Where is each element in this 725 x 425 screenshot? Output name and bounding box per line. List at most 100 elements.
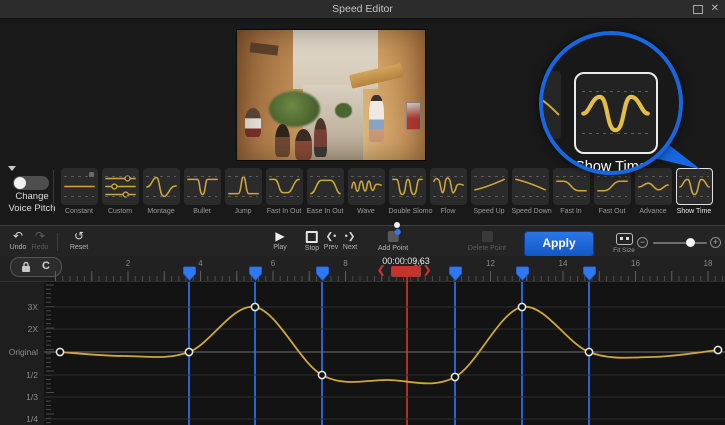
magnifier-circle: Show Time	[539, 31, 683, 175]
curve-mode-icon[interactable]: C	[42, 260, 50, 272]
preset-thumbnail	[389, 168, 426, 205]
fit-size-label: Fit Size	[603, 247, 645, 254]
reset-icon: ↺	[70, 230, 88, 243]
preset-thumbnail	[512, 168, 549, 205]
divider	[57, 233, 58, 251]
ruler-number: 4	[198, 259, 202, 268]
stop-button[interactable]: Stop	[305, 230, 319, 252]
y-axis-label: 1/4	[0, 414, 38, 424]
reset-button[interactable]: ↺ Reset	[70, 230, 88, 251]
maximize-icon[interactable]	[693, 5, 703, 14]
zoom-out-icon[interactable]: −	[637, 237, 648, 248]
next-button[interactable]: •❯ Next	[343, 230, 357, 251]
preset-speed-up[interactable]: Speed Up	[471, 168, 508, 215]
keyframe-pin[interactable]	[183, 266, 196, 281]
close-icon[interactable]: ✕	[711, 2, 719, 16]
keyframe-point[interactable]	[518, 303, 525, 310]
preset-label: Fast Out	[594, 208, 631, 215]
preset-thumbnail	[61, 168, 98, 205]
keyframe-line	[321, 282, 323, 425]
preset-label: Speed Down	[512, 208, 549, 215]
preset-montage[interactable]: Montage	[143, 168, 180, 215]
zoom-slider-track[interactable]	[653, 242, 707, 244]
playhead-timestamp: 00:00:09.63	[361, 256, 451, 266]
show-time-curve	[576, 74, 655, 151]
delete-point-icon	[468, 231, 506, 244]
zoom-in-icon[interactable]: +	[710, 237, 721, 248]
speed-curve-canvas[interactable]	[44, 281, 725, 425]
add-point-icon	[378, 231, 408, 244]
keyframe-point[interactable]	[714, 346, 721, 353]
fit-size-icon[interactable]	[616, 233, 633, 245]
prev-icon: ❮•	[324, 230, 338, 243]
keyframe-pin[interactable]	[249, 266, 262, 281]
add-point-button[interactable]: Add Point	[378, 230, 408, 252]
preset-ease-in-out[interactable]: Ease In Out	[307, 168, 344, 215]
keyframe-point[interactable]	[56, 348, 63, 355]
ruler-number: 8	[343, 259, 347, 268]
toggle-knob	[14, 177, 26, 189]
preset-bullet[interactable]: Bullet	[184, 168, 221, 215]
keyframe-point[interactable]	[318, 371, 325, 378]
lock-icon[interactable]	[21, 261, 31, 273]
preset-double-slomo[interactable]: Double Slomo	[389, 168, 426, 215]
thumb-gridline	[582, 91, 649, 92]
preset-thumbnail	[471, 168, 508, 205]
y-axis-label: Original	[0, 347, 38, 357]
preset-fast-in-out[interactable]: Fast In Out	[266, 168, 303, 215]
collapse-caret-icon[interactable]	[8, 166, 16, 171]
preset-label: Advance	[635, 208, 672, 215]
playhead-line[interactable]	[406, 276, 408, 425]
preset-wave[interactable]: Wave	[348, 168, 385, 215]
thumb-gridline	[582, 133, 649, 134]
redo-icon: ↷	[32, 230, 49, 243]
ruler-number: 6	[271, 259, 275, 268]
keyframe-pin[interactable]	[583, 266, 596, 281]
preset-fast-in[interactable]: Fast In	[553, 168, 590, 215]
keyframe-pin[interactable]	[316, 266, 329, 281]
preset-thumbnail	[348, 168, 385, 205]
keyframe-pin[interactable]	[516, 266, 529, 281]
playhead-scrubber[interactable]	[391, 266, 421, 277]
keyframe-point[interactable]	[451, 373, 458, 380]
redo-button[interactable]: ↷ Redo	[32, 230, 49, 251]
ruler-number: 18	[704, 259, 713, 268]
y-axis-label: 1/2	[0, 370, 38, 380]
preset-thumbnail	[553, 168, 590, 205]
preset-jump[interactable]: Jump	[225, 168, 262, 215]
ruler-number: 14	[559, 259, 568, 268]
delete-point-button[interactable]: Delete Point	[468, 230, 506, 252]
preset-label: Jump	[225, 208, 262, 215]
keyframe-point[interactable]	[585, 348, 592, 355]
preset-constant[interactable]: Constant	[61, 168, 98, 215]
keyframe-point[interactable]	[251, 303, 258, 310]
timeline-tools: C	[10, 257, 62, 277]
preset-label: Double Slomo	[389, 208, 426, 215]
preset-label: Custom	[102, 208, 139, 215]
preset-custom[interactable]: Custom	[102, 168, 139, 215]
keyframe-pin[interactable]	[449, 266, 462, 281]
keyframe-point[interactable]	[185, 348, 192, 355]
preset-label: Bullet	[184, 208, 221, 215]
scrub-left-icon[interactable]: ❮	[377, 265, 385, 276]
next-icon: •❯	[343, 230, 357, 243]
preset-flow[interactable]: Flow	[430, 168, 467, 215]
preset-thumbnail	[143, 168, 180, 205]
preset-fast-out[interactable]: Fast Out	[594, 168, 631, 215]
preset-speed-down[interactable]: Speed Down	[512, 168, 549, 215]
y-axis-label: 1/3	[0, 392, 38, 402]
carousel-indicator-dot[interactable]	[394, 222, 400, 228]
preset-label: Fast In Out	[266, 208, 303, 215]
magnified-neighbor-preset	[539, 71, 561, 139]
video-preview	[237, 30, 425, 160]
undo-icon: ↶	[10, 230, 27, 243]
undo-button[interactable]: ↶ Undo	[10, 230, 27, 251]
scrub-right-icon[interactable]: ❯	[423, 265, 431, 276]
magnified-show-time-thumbnail	[574, 72, 658, 154]
play-button[interactable]: ▶ Play	[273, 230, 287, 251]
preset-thumbnail	[184, 168, 221, 205]
zoom-slider-handle[interactable]	[686, 238, 695, 247]
prev-button[interactable]: ❮• Prev	[324, 230, 338, 251]
apply-button[interactable]: Apply	[524, 231, 594, 257]
voice-pitch-toggle[interactable]	[13, 176, 49, 190]
